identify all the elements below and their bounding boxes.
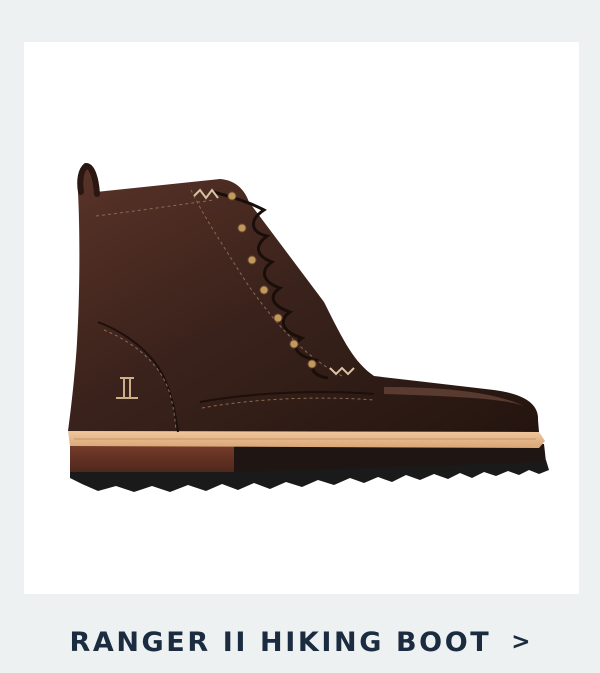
product-card[interactable]: [24, 42, 579, 594]
chevron-right-icon: >: [511, 629, 531, 655]
product-title: RANGER II HIKING BOOT: [69, 626, 492, 658]
boot-image[interactable]: [24, 42, 579, 594]
product-title-link[interactable]: RANGER II HIKING BOOT >: [0, 622, 600, 662]
